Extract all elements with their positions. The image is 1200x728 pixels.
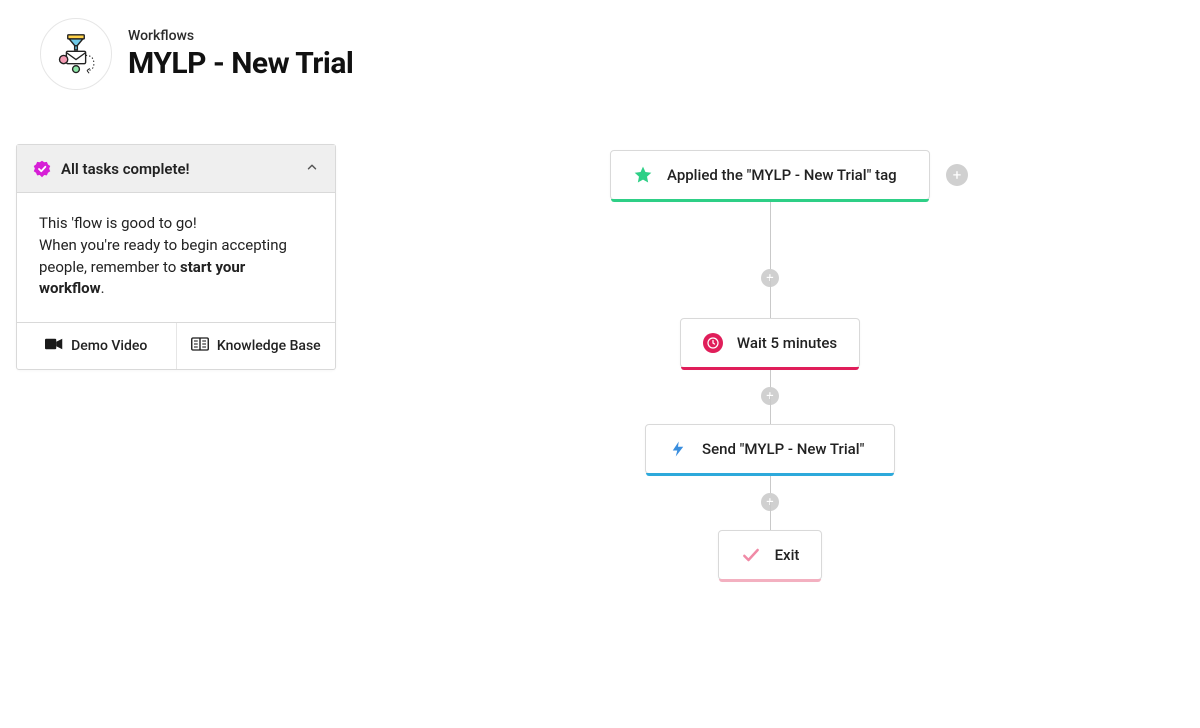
node-row-trigger: Applied the "MYLP - New Trial" tag + <box>610 150 930 200</box>
panel-body-line2: When you're ready to begin accepting peo… <box>39 236 287 276</box>
video-camera-icon <box>45 337 63 355</box>
exit-node-label: Exit <box>775 546 800 564</box>
workflow-avatar <box>40 18 112 90</box>
page-title: MYLP - New Trial <box>128 46 353 81</box>
checkmark-badge-icon <box>33 160 51 178</box>
demo-video-label: Demo Video <box>71 338 147 354</box>
knowledge-base-link[interactable]: Knowledge Base <box>176 323 336 369</box>
page-header: Workflows MYLP - New Trial <box>0 0 1200 90</box>
connector-line <box>770 396 771 424</box>
tasks-panel-title: All tasks complete! <box>61 160 190 178</box>
chevron-up-icon <box>305 159 319 178</box>
knowledge-base-label: Knowledge Base <box>217 338 321 354</box>
trigger-node-label: Applied the "MYLP - New Trial" tag <box>667 166 897 184</box>
check-icon <box>741 545 761 565</box>
connector-line <box>770 278 771 318</box>
connector-line <box>770 200 771 278</box>
trigger-node[interactable]: Applied the "MYLP - New Trial" tag <box>610 150 930 200</box>
tasks-panel-body: This 'flow is good to go! When you're re… <box>17 193 335 322</box>
lightning-icon <box>668 439 688 459</box>
clock-icon <box>703 333 723 353</box>
tasks-panel-header[interactable]: All tasks complete! <box>17 145 335 193</box>
star-icon <box>633 165 653 185</box>
book-icon <box>191 337 209 355</box>
add-branch-button[interactable]: + <box>946 164 968 186</box>
tasks-panel: All tasks complete! This 'flow is good t… <box>16 144 336 370</box>
panel-body-line1: This 'flow is good to go! <box>39 213 313 235</box>
demo-video-link[interactable]: Demo Video <box>17 323 176 369</box>
send-node[interactable]: Send "MYLP - New Trial" <box>645 424 895 474</box>
wait-node[interactable]: Wait 5 minutes <box>680 318 860 368</box>
send-node-label: Send "MYLP - New Trial" <box>702 440 864 458</box>
exit-node[interactable]: Exit <box>718 530 823 580</box>
panel-body-tail: . <box>101 279 105 297</box>
tasks-panel-footer: Demo Video Knowledge Base <box>17 322 335 369</box>
connector-line <box>770 502 771 530</box>
workflow-funnel-icon <box>54 32 98 76</box>
breadcrumb[interactable]: Workflows <box>128 28 353 44</box>
wait-node-label: Wait 5 minutes <box>737 334 837 352</box>
workflow-canvas[interactable]: Applied the "MYLP - New Trial" tag + + W… <box>380 150 1160 580</box>
